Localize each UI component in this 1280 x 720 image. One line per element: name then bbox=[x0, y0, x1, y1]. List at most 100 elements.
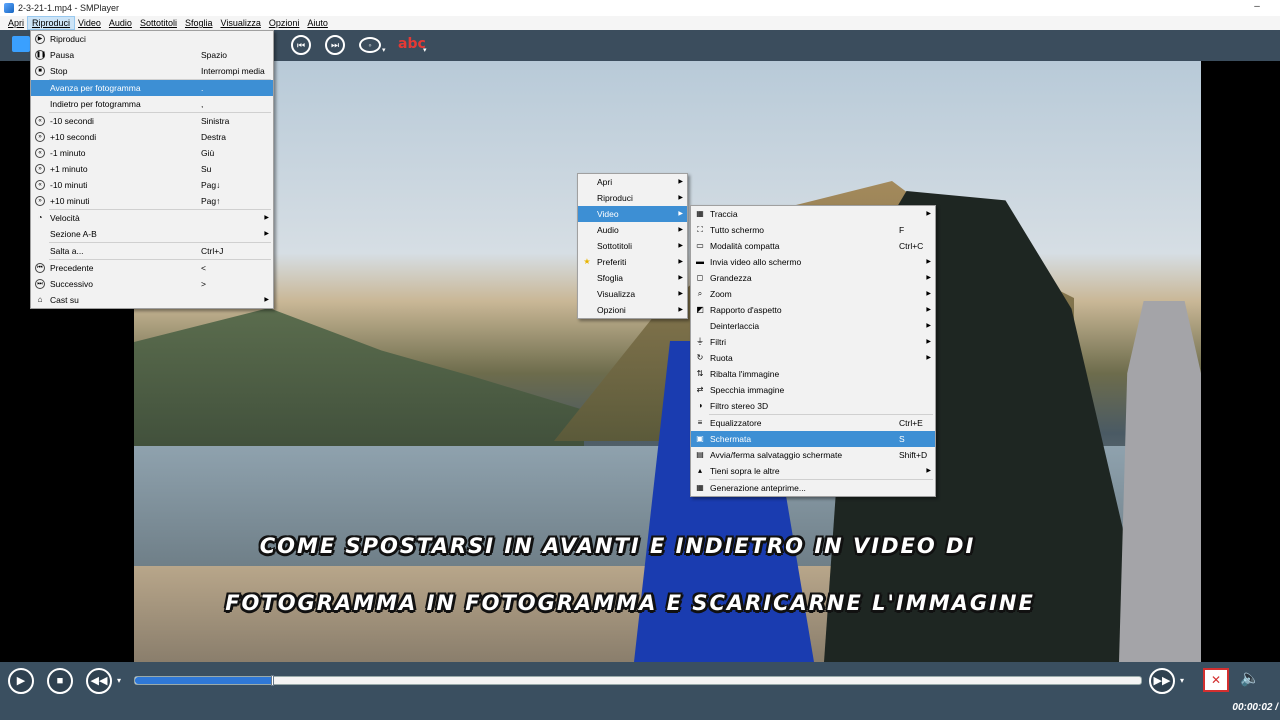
video-menu-item[interactable]: Deinterlaccia ▶ bbox=[691, 318, 935, 334]
menu-apri[interactable]: Apri bbox=[4, 17, 28, 29]
chevron-right-icon: ▶ bbox=[926, 307, 931, 313]
chevron-down-icon[interactable]: ▾ bbox=[1180, 676, 1184, 685]
play-menu-item-label: Sezione A-B bbox=[50, 229, 97, 239]
stop-button[interactable]: ■ bbox=[47, 668, 73, 694]
shortcut-label: Pag↑ bbox=[201, 196, 221, 206]
menu-sfoglia[interactable]: Sfoglia bbox=[181, 17, 217, 29]
play-menu-item[interactable]: ⏮ Precedente < bbox=[31, 260, 273, 276]
seek-bar[interactable] bbox=[134, 675, 1142, 686]
context-menu-item-label: Audio bbox=[597, 225, 619, 235]
video-menu-item[interactable]: ⏚ Filtri ▶ bbox=[691, 334, 935, 350]
chevron-right-icon: ▶ bbox=[926, 291, 931, 297]
context-menu-item[interactable]: Opzioni ▶ bbox=[578, 302, 687, 318]
stereo-3d-icon: ◑ bbox=[697, 401, 703, 410]
play-menu-item[interactable]: « -10 secondi Sinistra bbox=[31, 113, 273, 129]
play-button[interactable]: ▶ bbox=[8, 668, 34, 694]
video-menu-item[interactable]: ▦ Generazione anteprime... bbox=[691, 480, 935, 496]
context-menu-item[interactable]: Visualizza ▶ bbox=[578, 286, 687, 302]
previous-track-button[interactable]: ⏮ bbox=[291, 35, 311, 55]
minimize-button[interactable]: – bbox=[1250, 0, 1264, 16]
play-menu-item[interactable]: ■ Stop Interrompi media bbox=[31, 63, 273, 79]
seek-handle[interactable] bbox=[270, 675, 274, 686]
shortcut-label: < bbox=[201, 263, 206, 273]
chevron-down-icon[interactable]: ▾ bbox=[382, 46, 386, 54]
play-menu-item[interactable]: Sezione A-B ▶ bbox=[31, 226, 273, 242]
context-menu-item-label: Video bbox=[597, 209, 619, 219]
menu-riproduci[interactable]: Riproduci bbox=[27, 16, 76, 30]
flip-icon: ⇅ bbox=[696, 369, 704, 378]
video-menu-item[interactable]: ▦ Traccia ▶ bbox=[691, 206, 935, 222]
play-menu-item-label: -10 secondi bbox=[50, 116, 94, 126]
shortcut-label: Sinistra bbox=[201, 116, 230, 126]
fullscreen-icon[interactable]: ✕ bbox=[1203, 668, 1229, 692]
context-menu-item[interactable]: Sfoglia ▶ bbox=[578, 270, 687, 286]
context-menu-item[interactable]: Apri ▶ bbox=[578, 174, 687, 190]
video-menu-item[interactable]: ▭ Modalità compatta Ctrl+C bbox=[691, 238, 935, 254]
rotate-icon: ↻ bbox=[696, 353, 704, 362]
video-menu-item[interactable]: ▤ Avvia/ferma salvataggio schermate Shift+… bbox=[691, 447, 935, 463]
context-menu-item-label: Preferiti bbox=[597, 257, 627, 267]
chevron-right-icon: ▶ bbox=[678, 211, 683, 217]
chevron-down-icon[interactable]: ▾ bbox=[423, 46, 427, 54]
menu-opzioni[interactable]: Opzioni bbox=[265, 17, 304, 29]
context-menu-item[interactable]: Sottotitoli ▶ bbox=[578, 238, 687, 254]
play-menu-item[interactable]: » +10 secondi Destra bbox=[31, 129, 273, 145]
play-menu-item[interactable]: Avanza per fotogramma. bbox=[31, 80, 273, 96]
play-menu-item[interactable]: « -10 minuti Pag↓ bbox=[31, 177, 273, 193]
audio-track-icon[interactable]: ◦ bbox=[359, 37, 381, 53]
context-menu-item[interactable]: ★ Preferiti ▶ bbox=[578, 254, 687, 270]
open-file-icon[interactable] bbox=[12, 36, 30, 52]
menu-sottotitoli[interactable]: Sottotitoli bbox=[136, 17, 181, 29]
play-menu-item[interactable]: ▶ Riproduci bbox=[31, 31, 273, 47]
video-menu-item[interactable]: ⇅ Ribalta l'immagine bbox=[691, 366, 935, 382]
video-menu-item-label: Grandezza bbox=[710, 273, 752, 283]
play-menu-item[interactable]: ⌂ Cast su ▶ bbox=[31, 292, 273, 308]
chevron-right-icon: ▶ bbox=[678, 307, 683, 313]
video-menu-item[interactable]: ≡ Equalizzatore Ctrl+E bbox=[691, 415, 935, 431]
context-menu-item-label: Sfoglia bbox=[597, 273, 623, 283]
chevron-down-icon[interactable]: ▾ bbox=[117, 676, 121, 685]
menu-audio[interactable]: Audio bbox=[105, 17, 136, 29]
shortcut-label: Ctrl+J bbox=[201, 246, 224, 256]
rewind-button[interactable]: ◀◀ bbox=[86, 668, 112, 694]
play-menu-item-label: Riproduci bbox=[50, 34, 86, 44]
forward-button[interactable]: ▶▶ bbox=[1149, 668, 1175, 694]
compact-icon: ▭ bbox=[696, 241, 704, 250]
context-menu-item[interactable]: Riproduci ▶ bbox=[578, 190, 687, 206]
video-menu-item[interactable]: ▣ Schermata S bbox=[691, 431, 935, 447]
menu-video[interactable]: Video bbox=[74, 17, 105, 29]
play-menu-item[interactable]: ⏭ Successivo > bbox=[31, 276, 273, 292]
play-menu-item[interactable]: Salta a... Ctrl+J bbox=[31, 243, 273, 259]
video-menu-item[interactable]: ⛶ Tutto schermo F bbox=[691, 222, 935, 238]
play-menu-item[interactable]: « -1 minuto Giù bbox=[31, 145, 273, 161]
play-menu-item[interactable]: » +10 minuti Pag↑ bbox=[31, 193, 273, 209]
chevron-right-icon: ▶ bbox=[926, 259, 931, 265]
play-menu-item[interactable]: Indietro per fotogramma, bbox=[31, 96, 273, 112]
menu-visualizza[interactable]: Visualizza bbox=[217, 17, 265, 29]
play-menu-item[interactable]: » +1 minuto Su bbox=[31, 161, 273, 177]
video-menu-item[interactable]: ◩ Rapporto d'aspetto ▶ bbox=[691, 302, 935, 318]
play-menu-item[interactable]: ❚❚ Pausa Spazio bbox=[31, 47, 273, 63]
chevron-right-icon: ▶ bbox=[678, 227, 683, 233]
video-menu-item[interactable]: ▴ Tieni sopra le altre ▶ bbox=[691, 463, 935, 479]
video-menu-item[interactable]: ⇄ Specchia immagine bbox=[691, 382, 935, 398]
equalizer-icon: ≡ bbox=[697, 418, 703, 427]
video-menu-item[interactable]: ↻ Ruota ▶ bbox=[691, 350, 935, 366]
context-menu-item[interactable]: Audio ▶ bbox=[578, 222, 687, 238]
video-menu-item[interactable]: ⌕ Zoom ▶ bbox=[691, 286, 935, 302]
chevron-right-icon: ▶ bbox=[926, 355, 931, 361]
shortcut-label: , bbox=[201, 99, 204, 109]
menu-aiuto[interactable]: Aiuto bbox=[303, 17, 332, 29]
mountain-left bbox=[134, 308, 584, 461]
volume-icon[interactable]: 🔈 bbox=[1240, 668, 1270, 692]
video-menu-item[interactable]: ◑ Filtro stereo 3D bbox=[691, 398, 935, 414]
chevron-right-icon: ▶ bbox=[678, 179, 683, 185]
context-menu-item[interactable]: Video ▶ bbox=[578, 206, 687, 222]
subtitles-icon[interactable]: abc bbox=[398, 36, 426, 52]
video-frame[interactable] bbox=[134, 61, 1201, 662]
video-menu-item[interactable]: ◻ Grandezza ▶ bbox=[691, 270, 935, 286]
play-menu-item[interactable]: ◔ Velocità ▶ bbox=[31, 210, 273, 226]
video-menu-item[interactable]: ▬ Invia video allo schermo ▶ bbox=[691, 254, 935, 270]
play-menu-item-label: -10 minuti bbox=[50, 180, 88, 190]
next-track-button[interactable]: ⏭ bbox=[325, 35, 345, 55]
